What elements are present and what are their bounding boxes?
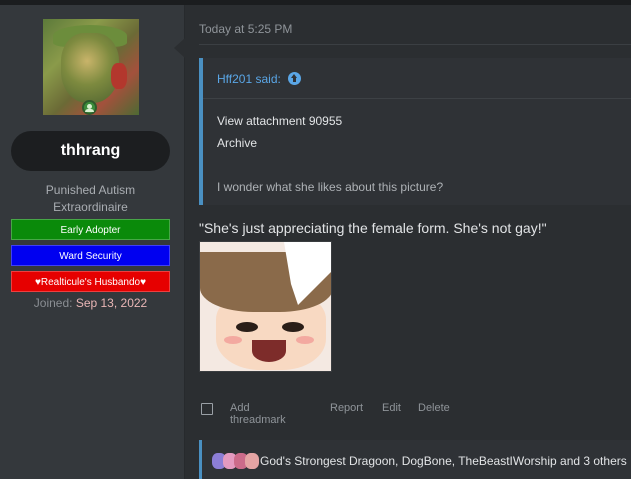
- reactions-bar: God's Strongest Dragoon, DogBone, TheBea…: [199, 440, 631, 479]
- quote-author-label: Hff201 said:: [217, 72, 281, 86]
- anime-girl-image[interactable]: [199, 241, 332, 372]
- banner-ward-security: Ward Security: [11, 245, 170, 266]
- arrow-up-circle-icon[interactable]: [288, 72, 302, 85]
- reactions-list-link[interactable]: God's Strongest Dragoon, DogBone, TheBea…: [260, 454, 627, 468]
- banner-husbando: ♥Realticule's Husbando♥: [11, 271, 170, 292]
- quote-line-attachment: View attachment 90955: [217, 114, 343, 128]
- avatar-detail-shape: [111, 63, 127, 89]
- reaction-avatar-icon: [245, 453, 259, 469]
- image-mouth: [252, 340, 286, 362]
- quote-line-question: I wonder what she likes about this pictu…: [217, 180, 444, 194]
- image-eye-left: [236, 322, 258, 332]
- user-title-line-1: Punished Autism: [45, 183, 136, 197]
- quote-author[interactable]: Hff201 said:: [217, 72, 302, 86]
- post-timestamp[interactable]: Today at 5:25 PM: [199, 22, 292, 36]
- image-blush-left: [224, 336, 242, 344]
- online-user-icon: [82, 100, 97, 115]
- edit-link[interactable]: Edit: [382, 402, 401, 414]
- select-post-checkbox[interactable]: [201, 403, 213, 415]
- image-eye-right: [282, 322, 304, 332]
- joined-date: Sep 13, 2022: [75, 296, 148, 310]
- banner-early-adopter: Early Adopter: [11, 219, 170, 240]
- add-threadmark-link[interactable]: Add threadmark: [230, 402, 286, 426]
- delete-link[interactable]: Delete: [418, 402, 450, 414]
- avatar-face-shape: [61, 33, 119, 103]
- joined-label: Joined:: [33, 296, 73, 310]
- reaction-icons: [212, 453, 259, 469]
- image-blush-right: [296, 336, 314, 344]
- username[interactable]: thhrang: [11, 131, 170, 171]
- user-title: Punished Autism Extraordinaire: [11, 182, 170, 216]
- panel-pointer: [174, 38, 185, 58]
- quote-line-archive: Archive: [217, 136, 258, 150]
- quote-block: Hff201 said: View attachment 90955 Archi…: [199, 58, 631, 205]
- quote-divider: [203, 98, 631, 99]
- header-divider: [199, 44, 631, 45]
- user-title-line-2: Extraordinaire: [53, 200, 128, 214]
- post-body-text: "She's just appreciating the female form…: [199, 220, 547, 236]
- report-link[interactable]: Report: [330, 402, 363, 414]
- joined-info: Joined: Sep 13, 2022: [0, 296, 181, 310]
